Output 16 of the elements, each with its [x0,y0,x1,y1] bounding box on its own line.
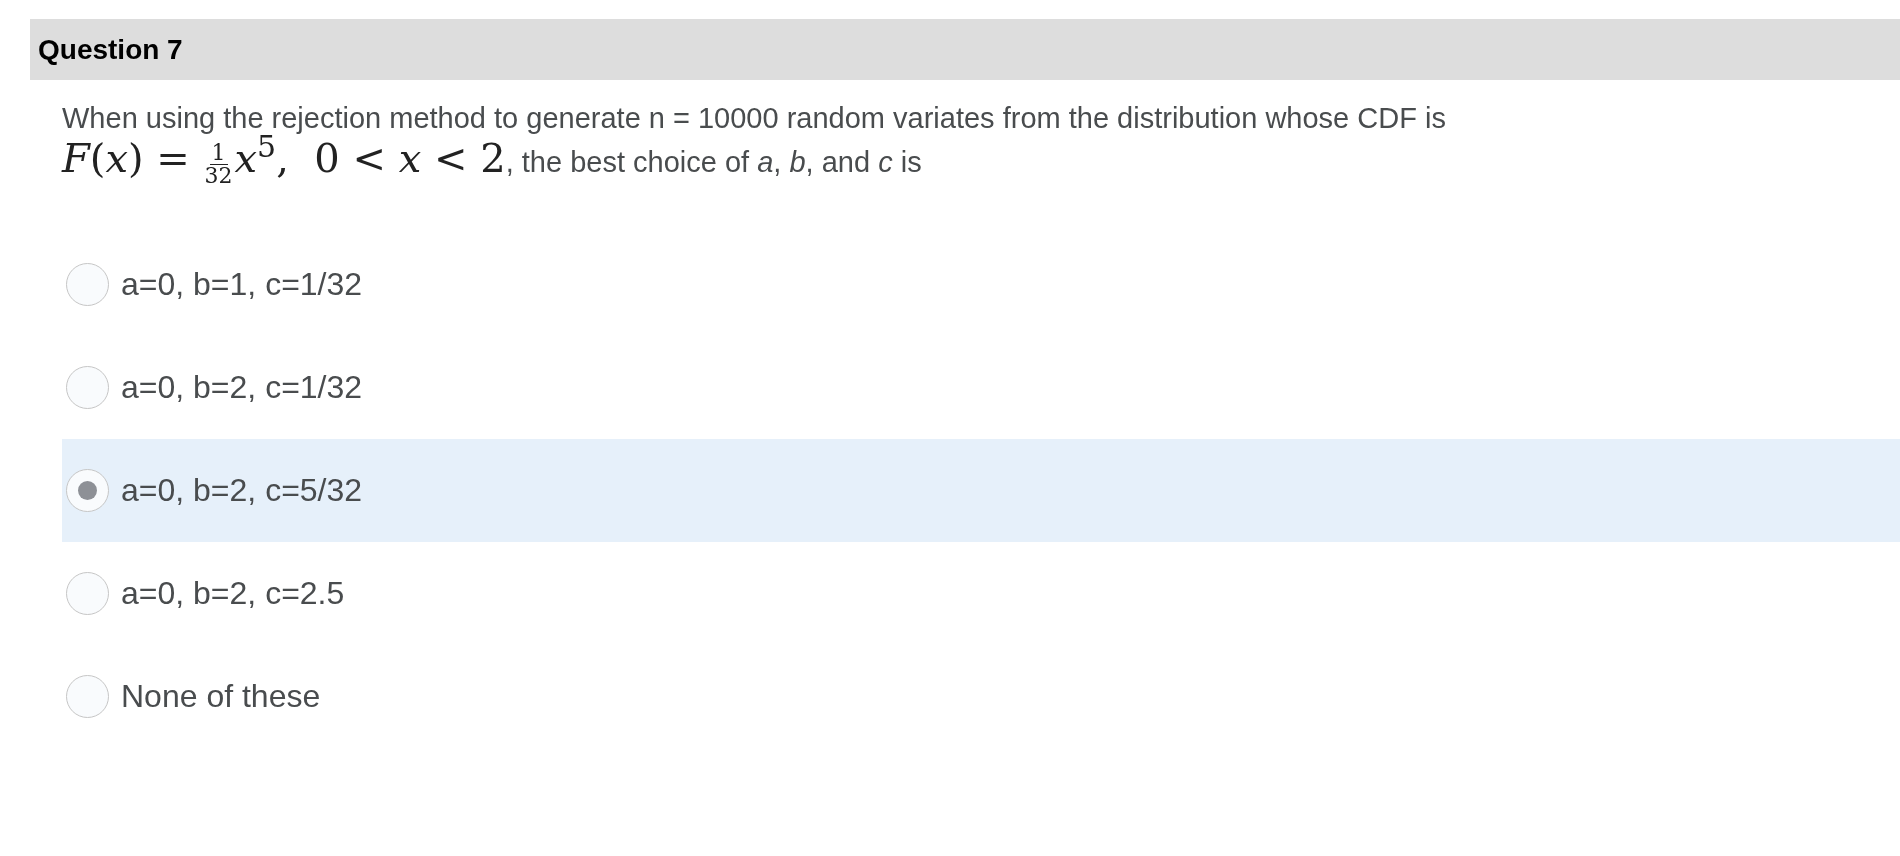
option-label: a=0, b=2, c=5/32 [121,471,363,511]
answer-option[interactable]: a=0, b=2, c=2.5 [62,541,1900,645]
question-title: Question 7 [38,32,183,67]
radio-button[interactable] [66,262,109,306]
radio-button[interactable] [66,365,109,409]
radio-button[interactable] [66,468,109,512]
option-label: a=0, b=1, c=1/32 [121,265,363,305]
option-label: None of these [121,677,321,717]
radio-button[interactable] [66,571,109,615]
answer-option[interactable]: a=0, b=2, c=1/32 [62,335,1900,439]
answer-option[interactable]: a=0, b=2, c=5/32 [62,438,1900,542]
option-label: a=0, b=2, c=2.5 [121,574,345,614]
answer-option[interactable]: a=0, b=1, c=1/32 [62,232,1900,336]
radio-button[interactable] [66,674,109,718]
answer-option[interactable]: None of these [62,644,1900,748]
option-label: a=0, b=2, c=1/32 [121,368,363,408]
